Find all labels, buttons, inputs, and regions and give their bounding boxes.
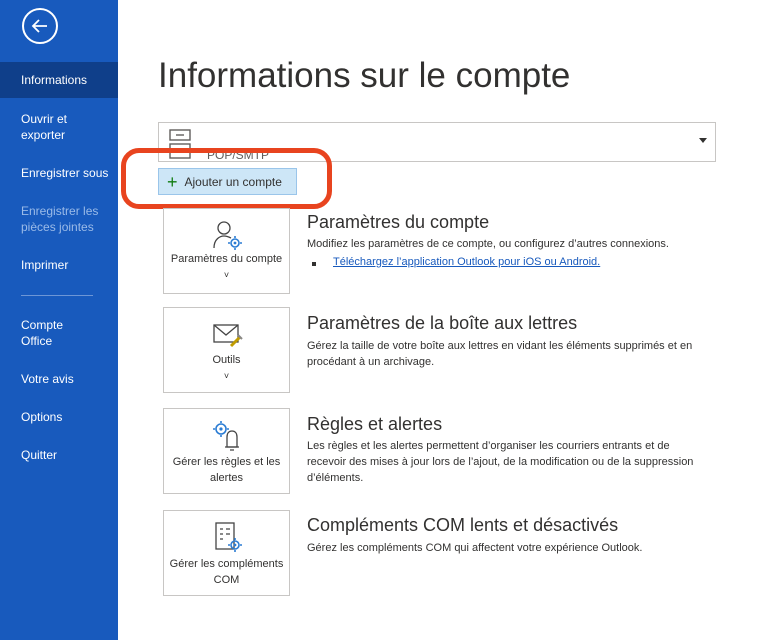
com-addins-description: Gérez les compléments COM qui affectent … (307, 542, 643, 554)
tools-tile-label: Outils (212, 354, 241, 366)
sidebar-item-imprimer[interactable]: Imprimer (0, 257, 118, 273)
sidebar-divider (21, 295, 93, 296)
chevron-down-icon: ˅ (223, 270, 230, 280)
sidebar-item-options[interactable]: Options (0, 409, 118, 425)
document-gear-icon (215, 522, 242, 552)
link-bullet (312, 262, 316, 266)
chevron-down-icon (699, 138, 707, 143)
download-outlook-mobile-link[interactable]: Téléchargez l’application Outlook pour i… (333, 256, 600, 268)
page-title: Informations sur le compte (158, 56, 571, 95)
mail-tools-icon (213, 324, 243, 348)
account-file-icon (169, 129, 191, 159)
mailbox-tools-tile[interactable]: Outils ˅ (163, 307, 290, 393)
account-name: POP/SMTP (207, 148, 270, 162)
sidebar-item-enregistrer-sous[interactable]: Enregistrer sous (0, 165, 118, 181)
back-arrow-icon (31, 19, 47, 33)
plus-icon: + (167, 171, 178, 192)
sidebar-item-compte-office[interactable]: Compte Office (0, 317, 80, 349)
add-account-label: Ajouter un compte (184, 174, 282, 189)
rules-alerts-title: Règles et alertes (307, 414, 443, 434)
user-gear-icon (213, 221, 242, 250)
sidebar-item-votre-avis[interactable]: Votre avis (0, 371, 118, 387)
com-addins-tile-label: Gérer les compléments COM (169, 558, 284, 586)
rules-alerts-description: Les règles et les alertes permettent d’o… (307, 440, 694, 484)
account-settings-title: Paramètres du compte (307, 212, 490, 232)
backstage-sidebar: Informations Ouvrir et exporter Enregist… (0, 0, 118, 640)
gear-bell-icon (213, 421, 239, 451)
rules-alerts-tile-label: Gérer les règles et les alertes (172, 456, 281, 484)
account-dropdown[interactable]: POP/SMTP (158, 122, 716, 162)
rules-alerts-tile[interactable]: Gérer les règles et les alertes (163, 408, 290, 494)
mailbox-settings-description: Gérez la taille de votre boîte aux lettr… (307, 340, 693, 368)
sidebar-item-ouvrir-exporter[interactable]: Ouvrir et exporter (0, 111, 100, 143)
account-settings-tile[interactable]: Paramètres du compte ˅ (163, 208, 290, 294)
back-button[interactable] (22, 8, 58, 44)
com-addins-tile[interactable]: Gérer les compléments COM (163, 510, 290, 596)
chevron-down-icon: ˅ (223, 371, 230, 381)
sidebar-item-quitter[interactable]: Quitter (0, 447, 118, 463)
account-settings-description: Modifiez les paramètres de ce compte, ou… (307, 238, 669, 250)
mailbox-settings-title: Paramètres de la boîte aux lettres (307, 313, 578, 333)
sidebar-item-informations[interactable]: Informations (0, 62, 118, 98)
account-settings-tile-label: Paramètres du compte (170, 253, 283, 265)
sidebar-item-enregistrer-pieces-jointes: Enregistrer les pièces jointes (21, 204, 99, 234)
com-addins-title: Compléments COM lents et désactivés (307, 515, 619, 535)
add-account-button[interactable]: + Ajouter un compte (158, 168, 297, 195)
